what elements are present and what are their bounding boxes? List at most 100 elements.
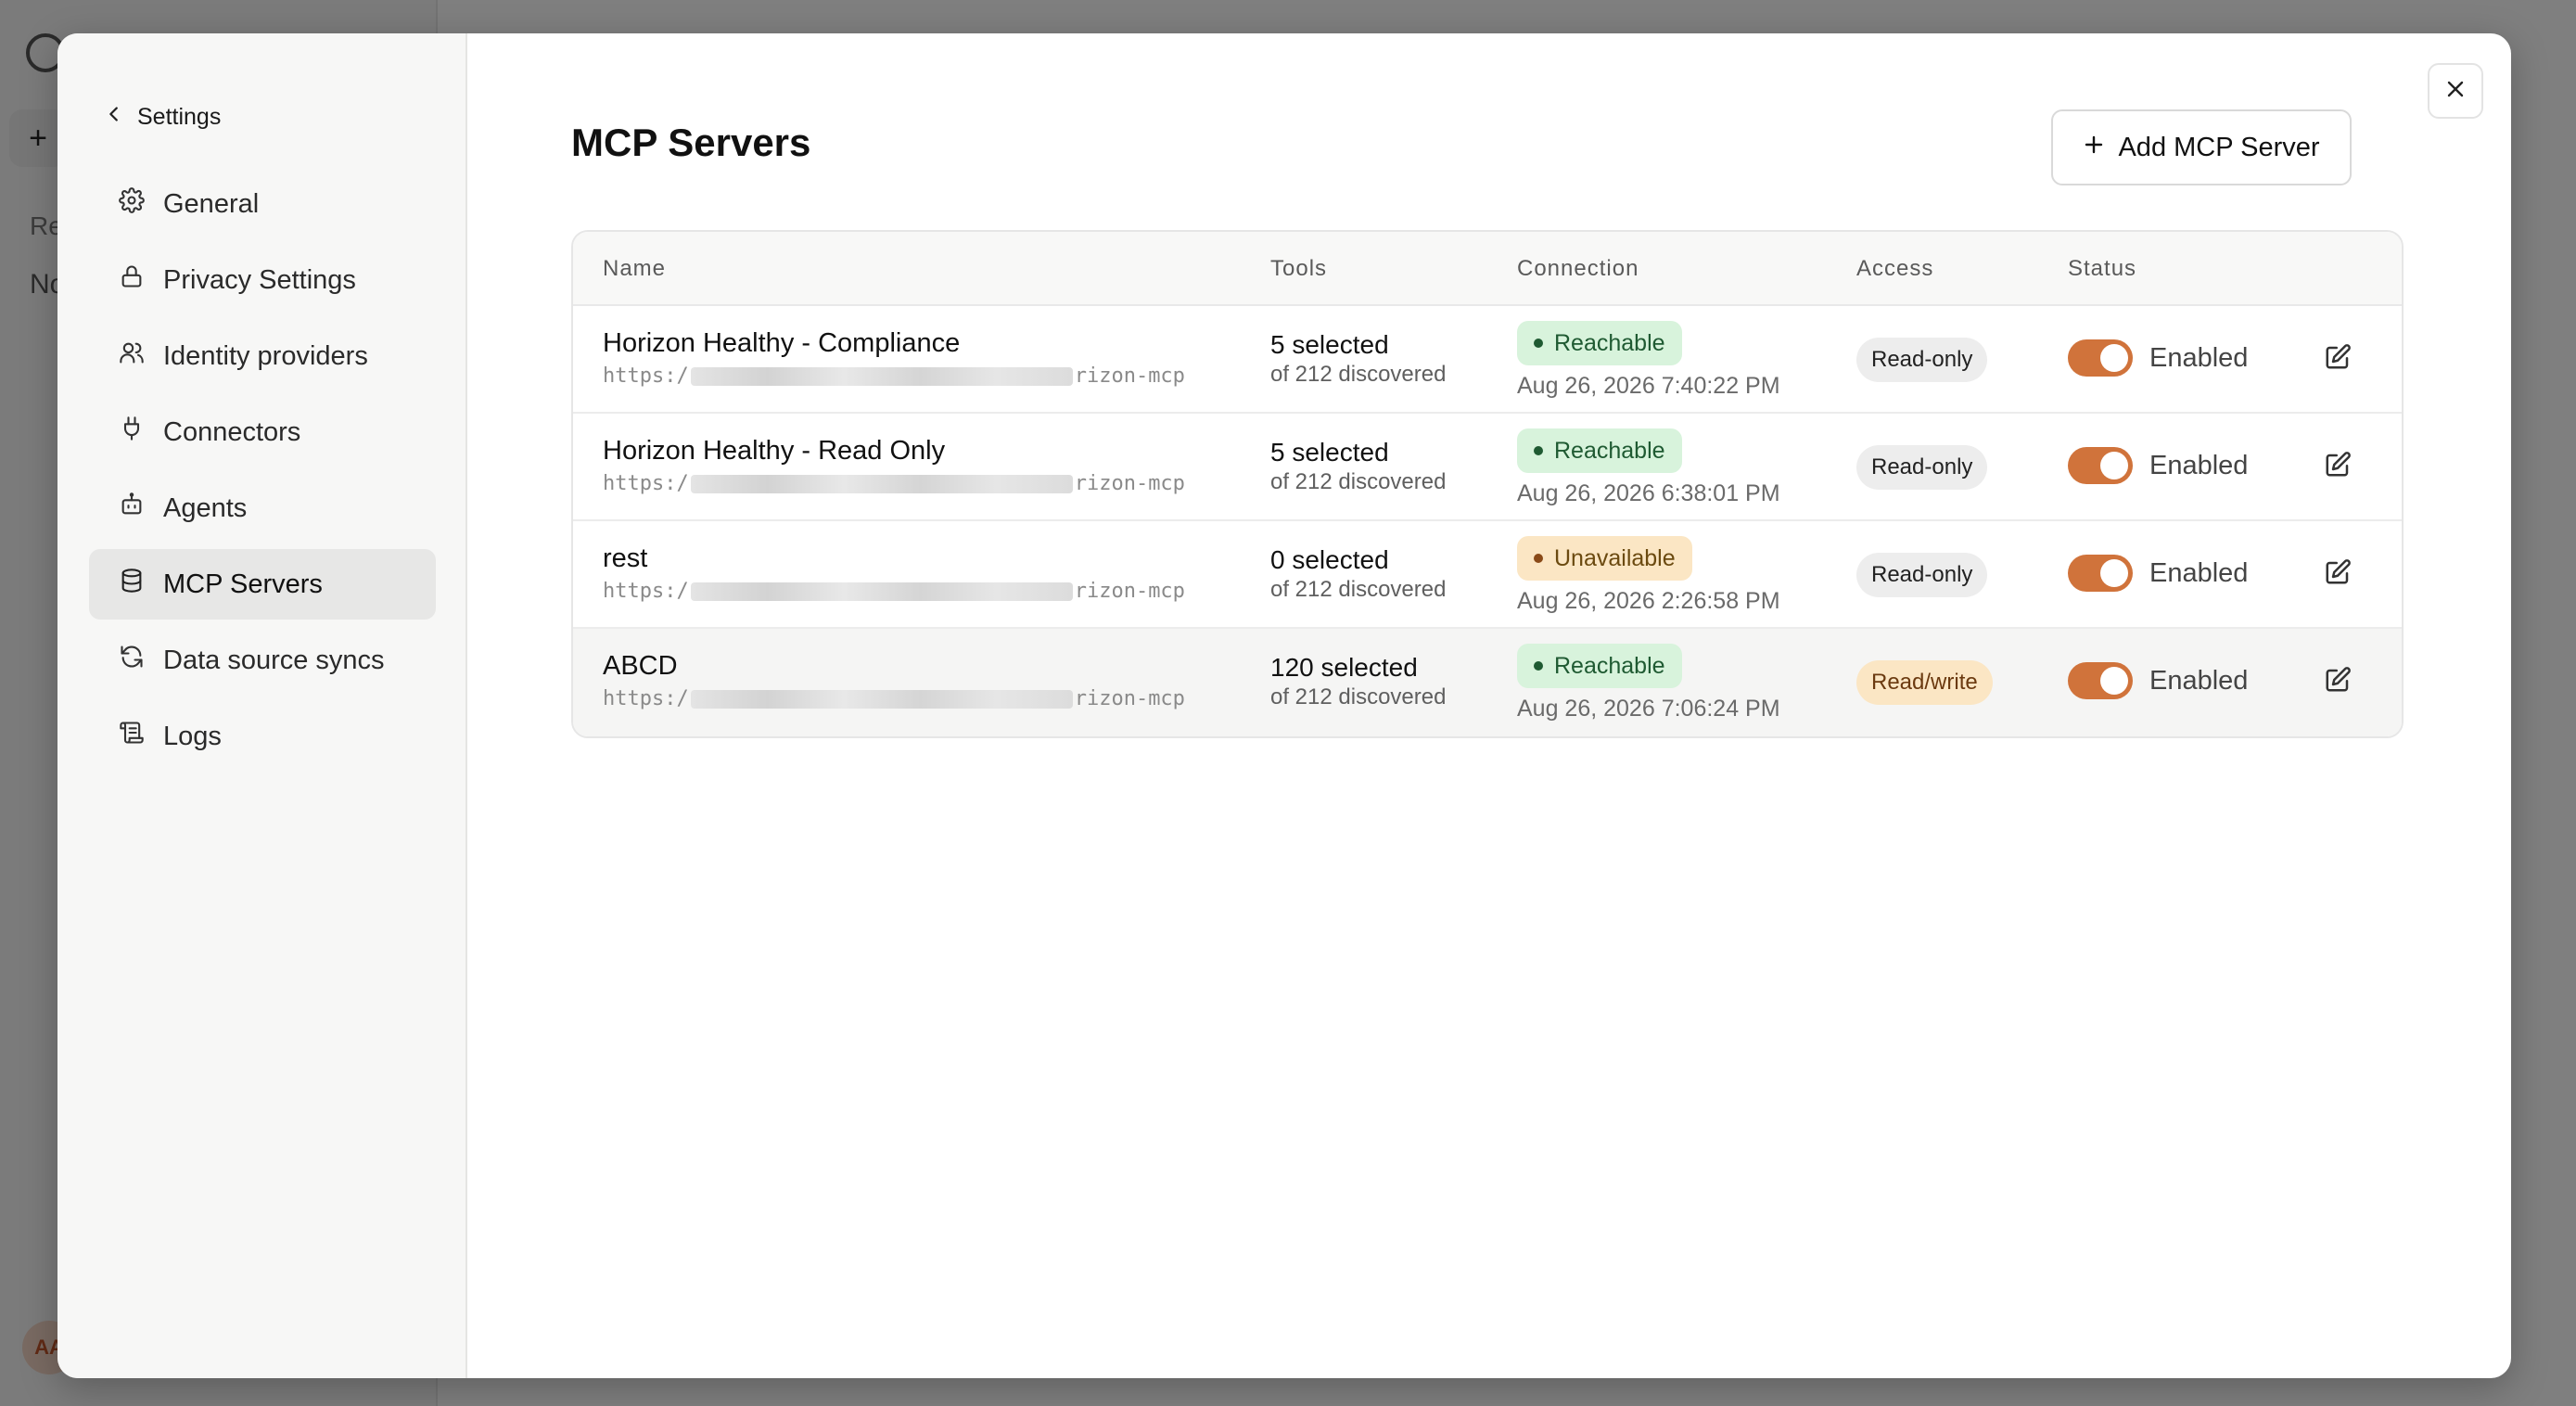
- nav-item-privacy-settings[interactable]: Privacy Settings: [89, 245, 436, 315]
- tools-discovered: of 212 discovered: [1270, 469, 1447, 494]
- tools-cell: 120 selected of 212 discovered: [1270, 653, 1446, 710]
- connection-status-label: Unavailable: [1554, 544, 1676, 571]
- status-dot-icon: [1534, 339, 1543, 348]
- status-label: Enabled: [2149, 450, 2249, 480]
- page-title: MCP Servers: [571, 121, 811, 164]
- status-dot-icon: [1534, 661, 1543, 671]
- connection-time: Aug 26, 2026 7:40:22 PM: [1517, 373, 1780, 399]
- enabled-toggle[interactable]: [2068, 662, 2133, 699]
- nav-item-logs[interactable]: Logs: [89, 701, 436, 772]
- table-header: Name Tools Connection Access Status: [573, 232, 2402, 306]
- edit-button[interactable]: [2324, 451, 2357, 484]
- database-icon: [119, 568, 145, 601]
- main-content: MCP Servers Add MCP Server Name Tools Co…: [467, 33, 2511, 1378]
- plus-icon: [2083, 133, 2105, 163]
- access-cell: Read-only: [1856, 338, 1988, 382]
- add-mcp-server-button[interactable]: Add MCP Server: [2051, 109, 2352, 185]
- back-to-settings-link[interactable]: Settings: [104, 104, 221, 131]
- nav-item-identity-providers[interactable]: Identity providers: [89, 321, 436, 391]
- url-suffix: rizon-mcp: [1074, 580, 1185, 603]
- connection-cell: Reachable Aug 26, 2026 7:06:24 PM: [1517, 644, 1780, 722]
- edit-icon: [2324, 667, 2352, 697]
- access-cell: Read-only: [1856, 445, 1988, 490]
- server-name: ABCD: [603, 651, 678, 681]
- server-url: https:/ rizon-mcp: [603, 687, 1185, 710]
- status-dot-icon: [1534, 554, 1543, 563]
- server-name: Horizon Healthy - Compliance: [603, 328, 961, 358]
- connection-status-label: Reachable: [1554, 329, 1665, 356]
- status-cell: Enabled: [2068, 662, 2248, 699]
- tools-discovered: of 212 discovered: [1270, 684, 1447, 709]
- tools-selected: 5 selected: [1270, 438, 1389, 467]
- edit-icon: [2324, 452, 2352, 482]
- bot-icon: [119, 492, 145, 525]
- connection-status-badge: Reachable: [1517, 321, 1682, 365]
- connection-cell: Unavailable Aug 26, 2026 2:26:58 PM: [1517, 536, 1780, 615]
- url-suffix: rizon-mcp: [1074, 364, 1185, 388]
- redacted-url: [690, 474, 1073, 493]
- url-suffix: rizon-mcp: [1074, 687, 1185, 710]
- column-header-access: Access: [1856, 256, 1934, 281]
- nav-item-mcp-servers[interactable]: MCP Servers: [89, 549, 436, 620]
- back-label: Settings: [137, 104, 222, 130]
- table-row[interactable]: ABCD https:/ rizon-mcp 120 selected of 21…: [573, 629, 2402, 736]
- enabled-toggle[interactable]: [2068, 555, 2133, 592]
- server-name: Horizon Healthy - Read Only: [603, 436, 946, 466]
- enabled-toggle[interactable]: [2068, 339, 2133, 377]
- nav-item-agents[interactable]: Agents: [89, 473, 436, 543]
- connection-cell: Reachable Aug 26, 2026 6:38:01 PM: [1517, 428, 1780, 507]
- nav-item-label: Logs: [163, 721, 222, 751]
- settings-nav: General Privacy Settings Identity provid…: [89, 169, 436, 777]
- nav-item-connectors[interactable]: Connectors: [89, 397, 436, 467]
- server-name-cell: rest https:/ rizon-mcp: [603, 543, 1185, 603]
- users-icon: [119, 339, 145, 373]
- nav-item-label: General: [163, 188, 260, 219]
- access-cell: Read-only: [1856, 553, 1988, 597]
- status-label: Enabled: [2149, 342, 2249, 373]
- status-cell: Enabled: [2068, 447, 2248, 484]
- tools-discovered: of 212 discovered: [1270, 577, 1447, 602]
- table-row[interactable]: rest https:/ rizon-mcp 0 selected of 212 …: [573, 521, 2402, 629]
- redacted-url: [690, 366, 1073, 386]
- nav-item-general[interactable]: General: [89, 169, 436, 239]
- table-row[interactable]: Horizon Healthy - Read Only https:/ rizon…: [573, 414, 2402, 521]
- enabled-toggle[interactable]: [2068, 447, 2133, 484]
- tools-cell: 5 selected of 212 discovered: [1270, 438, 1446, 495]
- redacted-url: [690, 582, 1073, 601]
- nav-item-data-source-syncs[interactable]: Data source syncs: [89, 625, 436, 696]
- nav-item-label: Privacy Settings: [163, 264, 356, 295]
- access-badge: Read-only: [1856, 338, 1988, 382]
- scroll-icon: [119, 720, 145, 753]
- server-name: rest: [603, 543, 648, 573]
- edit-button[interactable]: [2324, 558, 2357, 592]
- tools-discovered: of 212 discovered: [1270, 362, 1447, 387]
- column-header-status: Status: [2068, 256, 2137, 281]
- lock-icon: [119, 263, 145, 297]
- access-cell: Read/write: [1856, 660, 1993, 705]
- status-cell: Enabled: [2068, 555, 2248, 592]
- nav-item-label: Connectors: [163, 416, 301, 447]
- connection-status-label: Reachable: [1554, 652, 1665, 679]
- access-badge: Read-only: [1856, 553, 1988, 597]
- connection-status-label: Reachable: [1554, 437, 1665, 464]
- column-header-tools: Tools: [1270, 256, 1328, 281]
- nav-item-label: Identity providers: [163, 340, 368, 371]
- column-header-connection: Connection: [1517, 256, 1639, 281]
- nav-item-label: Agents: [163, 492, 248, 523]
- edit-button[interactable]: [2324, 343, 2357, 377]
- table-row[interactable]: Horizon Healthy - Compliance https:/ rizo…: [573, 306, 2402, 414]
- server-name-cell: ABCD https:/ rizon-mcp: [603, 651, 1185, 710]
- access-badge: Read-only: [1856, 445, 1988, 490]
- tools-cell: 0 selected of 212 discovered: [1270, 545, 1446, 603]
- url-prefix: https:/: [603, 687, 689, 710]
- nav-item-label: Data source syncs: [163, 645, 385, 675]
- edit-button[interactable]: [2324, 666, 2357, 699]
- connection-time: Aug 26, 2026 7:06:24 PM: [1517, 696, 1780, 722]
- plug-icon: [119, 415, 145, 449]
- settings-sidebar: Settings General Privacy Settings Identi…: [57, 33, 467, 1378]
- connection-status-badge: Reachable: [1517, 428, 1682, 473]
- status-label: Enabled: [2149, 557, 2249, 588]
- redacted-url: [690, 689, 1073, 709]
- access-badge: Read/write: [1856, 660, 1993, 705]
- server-name-cell: Horizon Healthy - Compliance https:/ rizo…: [603, 328, 1185, 388]
